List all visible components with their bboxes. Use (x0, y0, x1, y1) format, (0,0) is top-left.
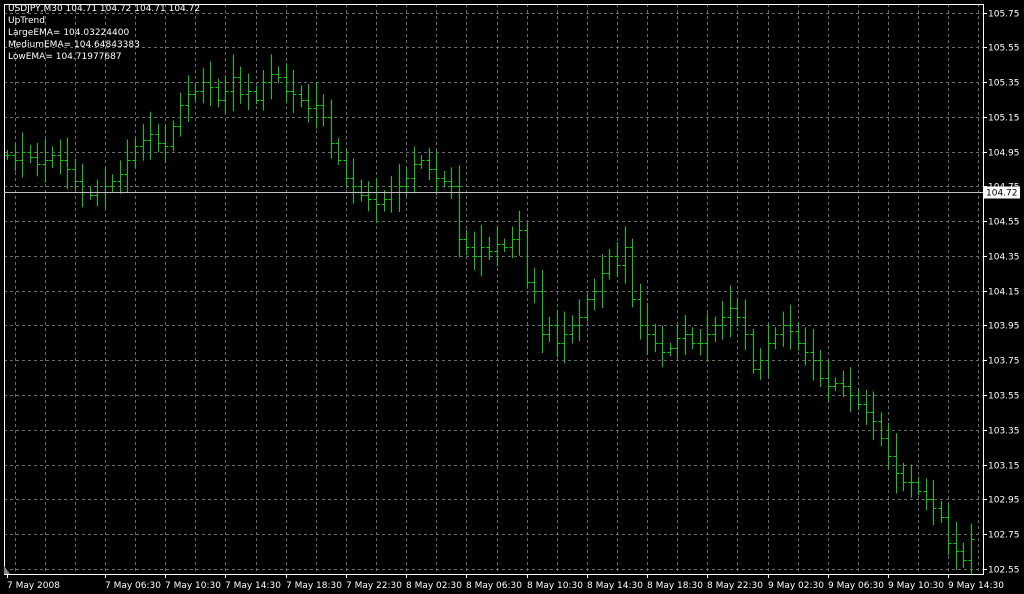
y-tick-label: 105.75 (988, 10, 1020, 20)
current-price-label: 104.72 (986, 189, 1018, 199)
x-tick-label: 7 May 06:30 (105, 581, 161, 591)
x-tick-label: 7 May 2008 (7, 581, 60, 591)
x-tick-label: 8 May 02:30 (406, 581, 462, 591)
x-tick-label: 7 May 22:30 (346, 581, 402, 591)
y-tick-label: 104.35 (988, 253, 1020, 263)
large-ema-label: LargeEMA= 104.03224400 (8, 28, 130, 38)
x-tick-label: 9 May 02:30 (768, 581, 824, 591)
y-tick-label: 102.95 (988, 496, 1020, 506)
x-tick-label: 7 May 14:30 (225, 581, 281, 591)
symbol-header: USDJPY,M30 104.71 104.72 104.71 104.72 (8, 4, 201, 14)
y-tick-label: 103.15 (988, 462, 1020, 472)
y-tick-label: 103.95 (988, 322, 1020, 332)
y-tick-label: 104.95 (988, 149, 1020, 159)
x-tick-label: 8 May 22:30 (707, 581, 763, 591)
y-tick-label: 105.35 (988, 79, 1020, 89)
x-tick-label: 9 May 06:30 (828, 581, 884, 591)
chart-window[interactable]: 105.75105.55105.35105.15104.95104.75104.… (0, 0, 1024, 594)
y-tick-label: 102.75 (988, 531, 1020, 541)
x-tick-label: 8 May 10:30 (527, 581, 583, 591)
x-tick-label: 7 May 10:30 (165, 581, 221, 591)
y-tick-label: 105.15 (988, 114, 1020, 124)
x-tick-label: 8 May 06:30 (466, 581, 522, 591)
y-tick-label: 103.35 (988, 427, 1020, 437)
y-tick-label: 103.55 (988, 392, 1020, 402)
x-tick-label: 7 May 18:30 (286, 581, 342, 591)
y-tick-label: 104.55 (988, 218, 1020, 228)
y-tick-label: 105.55 (988, 44, 1020, 54)
low-ema-label: LowEMA= 104.71977687 (8, 52, 122, 62)
trend-label: UpTrend (8, 16, 45, 26)
x-tick-label: 9 May 14:30 (948, 581, 1004, 591)
medium-ema-label: MediumEMA= 104.64843383 (8, 40, 140, 50)
x-tick-label: 8 May 18:30 (647, 581, 703, 591)
y-tick-label: 104.15 (988, 288, 1020, 298)
y-tick-label: 102.55 (988, 566, 1020, 576)
price-chart[interactable]: 105.75105.55105.35105.15104.95104.75104.… (0, 0, 1024, 594)
y-tick-label: 103.75 (988, 357, 1020, 367)
x-tick-label: 9 May 10:30 (888, 581, 944, 591)
indicator-info-panel: USDJPY,M30 104.71 104.72 104.71 104.72 U… (8, 3, 200, 63)
x-tick-label: 8 May 14:30 (587, 581, 643, 591)
